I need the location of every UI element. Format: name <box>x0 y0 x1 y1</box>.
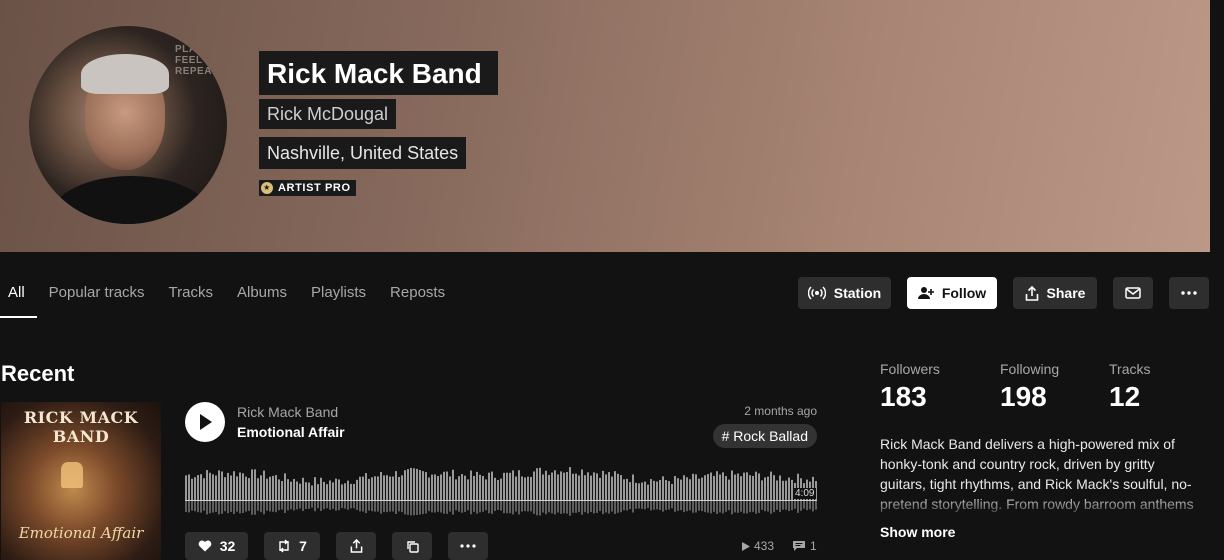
play-button[interactable] <box>185 402 225 442</box>
show-more-link[interactable]: Show more <box>880 524 955 540</box>
add-user-icon <box>917 286 934 300</box>
repost-count: 7 <box>299 538 307 554</box>
artist-pro-badge: ★ ARTIST PRO <box>259 180 356 196</box>
heart-icon <box>198 540 212 552</box>
tab-albums[interactable]: Albums <box>225 276 299 318</box>
avatar-sign: PLAY FEEL REPEAT <box>175 44 218 77</box>
play-icon <box>197 413 213 431</box>
cover-subtitle: Emotional Affair <box>18 524 144 542</box>
follow-label: Follow <box>941 285 987 301</box>
repost-icon <box>277 539 291 553</box>
band-name: Rick Mack Band <box>259 51 498 95</box>
share-track-button[interactable] <box>336 532 376 560</box>
repost-button[interactable]: 7 <box>264 532 320 560</box>
profile-header: PLAY FEEL REPEAT Rick Mack Band Rick McD… <box>0 0 1210 252</box>
artist-pro-label: ARTIST PRO <box>278 182 351 194</box>
tab-popular-tracks[interactable]: Popular tracks <box>37 276 157 318</box>
follow-button[interactable]: Follow <box>907 277 997 309</box>
avatar[interactable]: PLAY FEEL REPEAT <box>29 26 227 224</box>
copy-link-button[interactable] <box>392 532 432 560</box>
like-button[interactable]: 32 <box>185 532 248 560</box>
track-duration: 4:09 <box>793 488 817 499</box>
cover-title: RICK MACK BAND <box>23 408 139 446</box>
profile-tabs: All Popular tracks Tracks Albums Playlis… <box>0 276 457 318</box>
followers-label: Followers <box>880 361 940 377</box>
comment-icon <box>792 540 806 552</box>
star-icon: ★ <box>261 182 273 194</box>
station-icon <box>807 286 826 300</box>
more-options-button[interactable] <box>1169 277 1209 309</box>
following-count: 198 <box>1000 381 1047 412</box>
play-count-value: 433 <box>754 539 775 553</box>
track-more-button[interactable] <box>448 532 488 560</box>
comment-count-value: 1 <box>810 539 817 553</box>
tracks-label: Tracks <box>1109 361 1151 377</box>
mail-icon <box>1125 287 1141 299</box>
recent-heading: Recent <box>1 361 75 386</box>
tracks-count: 12 <box>1109 381 1141 412</box>
tab-reposts[interactable]: Reposts <box>378 276 457 318</box>
play-count: 433 <box>742 539 774 553</box>
share-label: Share <box>1046 285 1086 301</box>
share-button[interactable]: Share <box>1013 277 1097 309</box>
like-count: 32 <box>219 538 236 554</box>
track-artwork[interactable]: RICK MACK BAND Emotional Affair <box>1 402 161 560</box>
copy-icon <box>406 540 419 553</box>
more-icon <box>460 544 476 548</box>
station-label: Station <box>833 285 882 301</box>
message-button[interactable] <box>1113 277 1153 309</box>
tracks-stat[interactable]: Tracks 12 <box>1109 361 1150 413</box>
more-icon <box>1181 291 1197 295</box>
followers-stat[interactable]: Followers 183 <box>880 361 940 413</box>
play-count-icon <box>742 541 750 551</box>
following-label: Following <box>1000 361 1060 377</box>
share-icon <box>350 539 363 553</box>
real-name: Rick McDougal <box>259 99 397 129</box>
comment-count[interactable]: 1 <box>792 539 817 553</box>
tab-all[interactable]: All <box>0 276 37 318</box>
share-icon <box>1025 285 1039 301</box>
genre-tag[interactable]: # Rock Ballad <box>712 424 817 448</box>
profile-info: Rick Mack Band Rick McDougal Nashville, … <box>259 51 498 196</box>
track-title-link[interactable]: Emotional Affair <box>237 424 345 440</box>
followers-count: 183 <box>880 381 927 412</box>
waveform[interactable] <box>185 460 817 518</box>
tab-tracks[interactable]: Tracks <box>157 276 225 318</box>
location: Nashville, United States <box>259 137 467 169</box>
track-artist-link[interactable]: Rick Mack Band <box>237 404 338 420</box>
track-posted-time: 2 months ago <box>744 404 817 418</box>
tab-playlists[interactable]: Playlists <box>299 276 378 318</box>
following-stat[interactable]: Following 198 <box>1000 361 1059 413</box>
station-button[interactable]: Station <box>798 277 891 309</box>
